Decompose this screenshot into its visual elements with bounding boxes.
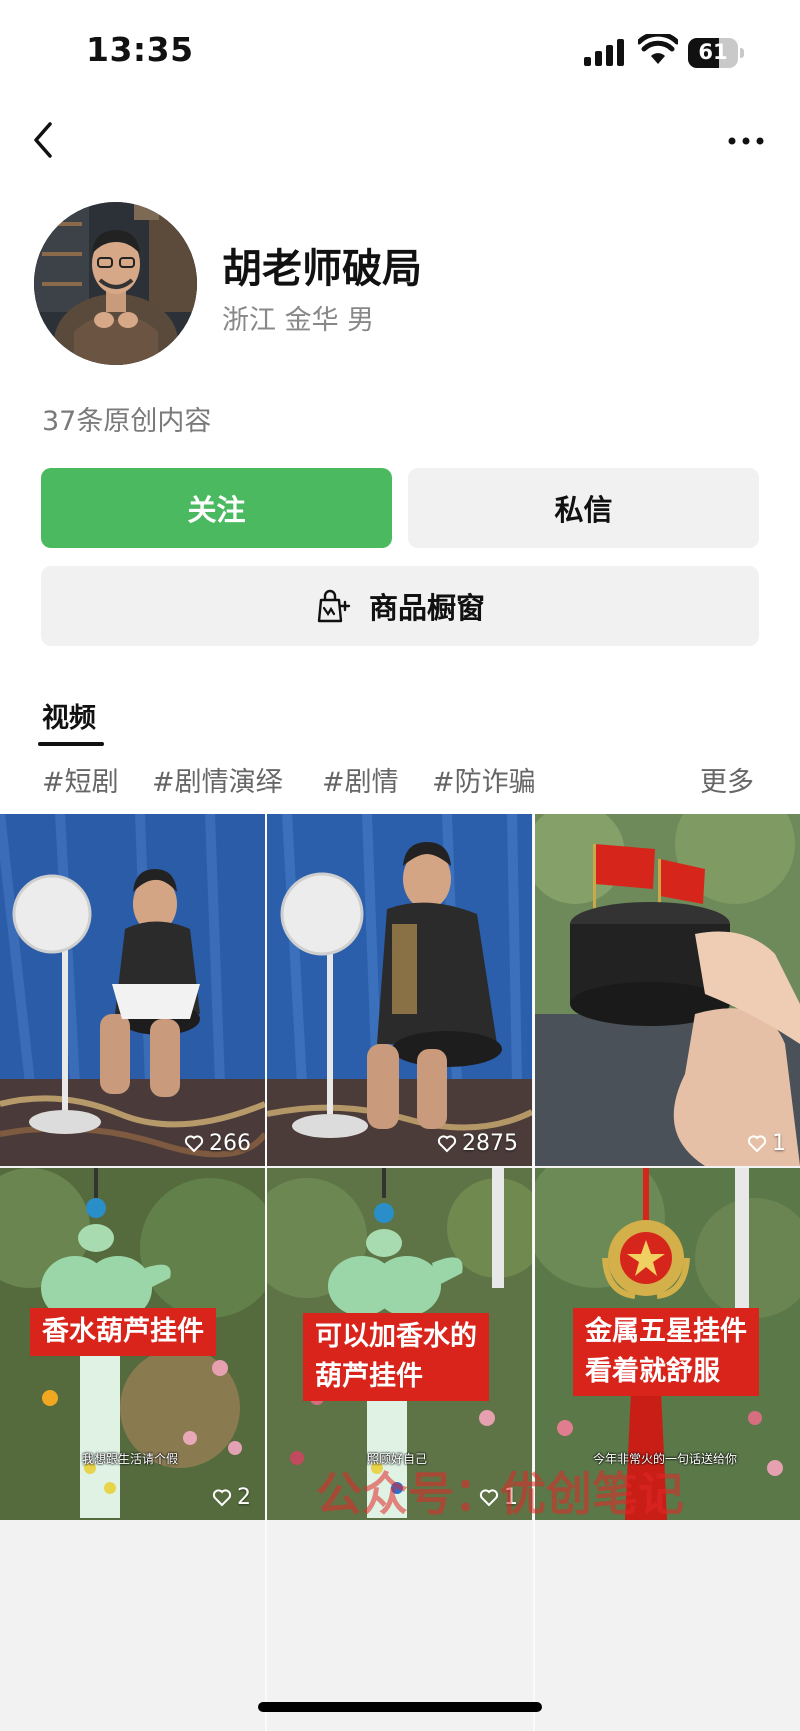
video-caption-line2: 看着就舒服: [585, 1356, 720, 1387]
battery-icon: 61: [688, 38, 744, 68]
heart-icon: [437, 1134, 457, 1152]
tab-active-indicator: [38, 742, 104, 746]
tag-anti-fraud[interactable]: #防诈骗: [432, 760, 536, 799]
video-subtitle: 我想跟生活请个假: [82, 1452, 179, 1466]
tag-plot-performance[interactable]: #剧情演绎: [152, 760, 283, 799]
video-caption-line1: 金属五星挂件: [585, 1316, 747, 1347]
like-count: 266: [184, 1131, 251, 1156]
video-caption: 金属五星挂件 看着就舒服: [573, 1308, 759, 1396]
heart-icon: [747, 1134, 767, 1152]
video-tile[interactable]: 2875: [267, 814, 532, 1166]
video-tile[interactable]: 266: [0, 814, 265, 1166]
heart-icon: [212, 1488, 232, 1506]
home-indicator: [258, 1702, 542, 1712]
like-count-value: 2875: [462, 1131, 518, 1156]
original-content-count: 37条原创内容: [42, 406, 212, 437]
like-count: 2: [212, 1485, 251, 1510]
video-caption: 香水葫芦挂件: [30, 1308, 216, 1356]
video-grid: 266 2875 1 香水葫芦挂件 我想跟生活请个假 2 可以加香水的 葫芦挂件…: [0, 814, 800, 1731]
profile-location-gender: 浙江 金华 男: [222, 305, 375, 336]
tag-short-drama[interactable]: #短剧: [42, 760, 119, 799]
back-icon[interactable]: [28, 116, 60, 164]
profile-name: 胡老师破局: [222, 246, 422, 292]
avatar[interactable]: [34, 202, 197, 365]
heart-icon: [184, 1134, 204, 1152]
like-count: 2875: [437, 1131, 518, 1156]
tab-video[interactable]: 视频: [42, 696, 96, 735]
like-count-value: 2: [237, 1485, 251, 1510]
message-button-label: 私信: [554, 493, 613, 527]
status-bar: 13:35 61: [0, 0, 800, 100]
watermark: 公众号：优创笔记: [316, 1467, 684, 1521]
signal-icon: [584, 38, 626, 66]
like-count-value: 1: [772, 1131, 786, 1156]
battery-level: 61: [698, 40, 728, 64]
message-button[interactable]: 私信: [408, 468, 759, 548]
like-count-value: 266: [209, 1131, 251, 1156]
tag-plot[interactable]: #剧情: [322, 760, 399, 799]
shop-window-label: 商品橱窗: [368, 591, 485, 625]
video-caption: 可以加香水的 葫芦挂件: [303, 1313, 489, 1401]
more-icon[interactable]: [726, 126, 766, 156]
wifi-icon: [638, 34, 678, 64]
like-count: 1: [747, 1131, 786, 1156]
video-caption-line1: 可以加香水的: [315, 1321, 477, 1352]
follow-button[interactable]: 关注: [41, 468, 392, 548]
shop-window-button[interactable]: 商品橱窗: [41, 566, 759, 646]
shopping-bag-icon: [317, 589, 351, 623]
follow-button-label: 关注: [187, 493, 246, 527]
status-time: 13:35: [86, 30, 194, 69]
video-tile[interactable]: 1: [535, 814, 800, 1166]
tags-more-button[interactable]: 更多: [700, 760, 754, 799]
topic-tags: #短剧 #剧情演绎 #剧情 #防诈骗 更多: [0, 760, 800, 806]
video-tile[interactable]: 香水葫芦挂件 我想跟生活请个假 2: [0, 1168, 265, 1520]
video-caption-line2: 葫芦挂件: [315, 1361, 423, 1392]
